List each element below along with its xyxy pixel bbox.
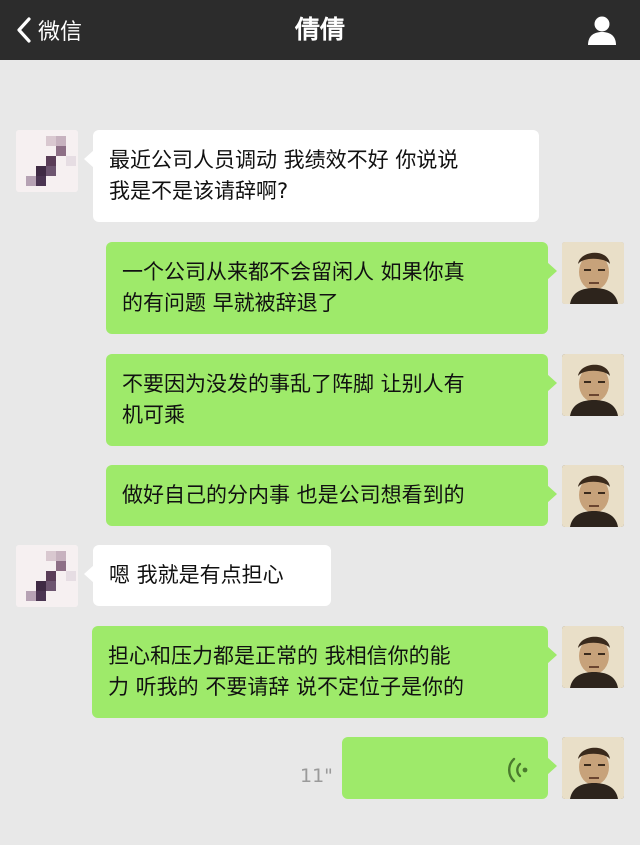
voice-message-bubble[interactable] xyxy=(342,737,557,799)
message-bubble-outgoing[interactable]: 不要因为没发的事乱了阵脚 让别人有 机可乘 xyxy=(106,354,557,446)
self-avatar[interactable] xyxy=(562,242,624,304)
voice-duration: 11" xyxy=(300,765,333,787)
contact-avatar[interactable] xyxy=(16,545,78,607)
contact-avatar[interactable] xyxy=(16,130,78,192)
message-bubble-outgoing[interactable]: 做好自己的分内事 也是公司想看到的 xyxy=(106,465,557,526)
nav-bar: 微信 倩倩 xyxy=(0,0,640,60)
chat-area: 最近公司人员调动 我绩效不好 你说说 我是不是该请辞啊? 一个公司从来都不会留闲… xyxy=(0,60,640,817)
back-label: 微信 xyxy=(38,20,83,45)
portrait-avatar-icon xyxy=(562,626,624,688)
portrait-avatar-icon xyxy=(562,737,624,799)
self-avatar[interactable] xyxy=(562,626,624,688)
message-bubble-incoming[interactable]: 最近公司人员调动 我绩效不好 你说说 我是不是该请辞啊? xyxy=(84,130,539,222)
portrait-avatar-icon xyxy=(562,354,624,416)
voice-wave-icon xyxy=(508,757,528,783)
message-bubble-incoming[interactable]: 嗯 我就是有点担心 xyxy=(84,545,331,606)
pixelated-avatar-icon xyxy=(16,130,78,192)
portrait-avatar-icon xyxy=(562,242,624,304)
message-bubble-outgoing[interactable]: 担心和压力都是正常的 我相信你的能 力 听我的 不要请辞 说不定位子是你的 xyxy=(92,626,557,718)
chevron-left-icon xyxy=(17,17,31,43)
self-avatar[interactable] xyxy=(562,465,624,527)
chat-title: 倩倩 xyxy=(294,15,345,44)
self-avatar[interactable] xyxy=(562,354,624,416)
back-button[interactable]: 微信 xyxy=(14,0,82,60)
self-avatar[interactable] xyxy=(562,737,624,799)
portrait-avatar-icon xyxy=(562,465,624,527)
profile-icon[interactable] xyxy=(586,14,618,46)
pixelated-avatar-icon xyxy=(16,545,78,607)
message-bubble-outgoing[interactable]: 一个公司从来都不会留闲人 如果你真 的有问题 早就被辞退了 xyxy=(106,242,557,334)
